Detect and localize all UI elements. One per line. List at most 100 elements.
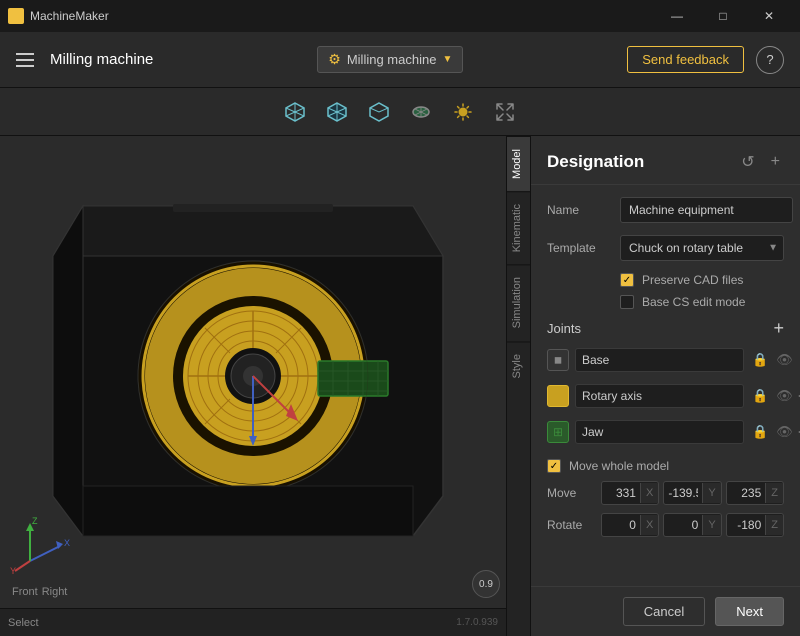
move-whole-row: ✓ Move whole model [547,459,784,473]
rotate-y-field: Y [663,513,721,537]
joint-lock-base[interactable]: 🔒 [750,350,770,370]
sidebar-tabs: Model Kinematic Simulation Style [506,136,530,636]
right-panel: Designation ↺ + Name Template Chuck on r… [530,136,800,636]
move-z-axis: Z [765,483,783,503]
rotate-z-input[interactable] [727,514,766,536]
joint-eye-rotary[interactable]: 👁 [774,386,795,406]
app-icon [8,8,24,24]
joint-item-base: ◼ 🔒 👁 [547,345,784,375]
svg-text:X: X [64,538,70,548]
top-view-button[interactable] [405,96,437,128]
move-whole-checkbox[interactable]: ✓ [547,459,561,473]
tab-style[interactable]: Style [507,341,530,390]
machine-selector[interactable]: ⚙ Milling machine ▼ [317,46,463,73]
titlebar: MachineMaker — □ ✕ [0,0,800,32]
joint-eye-jaw[interactable]: 👁 [774,422,795,442]
tab-simulation-label: Simulation [511,277,523,328]
viewport[interactable]: X Z Y Front Right 0.9 Select 1.7.0.939 [0,136,506,636]
rotate-row: Rotate X Y Z [547,513,784,537]
preserve-cad-checkbox[interactable]: ✓ [620,273,634,287]
name-row: Name [547,197,784,223]
move-y-field: Y [663,481,721,505]
joint-eye-base[interactable]: 👁 [774,350,795,370]
tab-kinematic[interactable]: Kinematic [507,191,530,264]
menu-button[interactable] [16,53,34,67]
rotate-z-axis: Z [765,515,783,535]
panel-footer: Cancel Next [531,586,800,636]
rotate-z-field: Z [726,513,784,537]
machine-badge-icon: ⚙ [328,51,341,68]
version-label: 1.7.0.939 [456,617,498,628]
template-label: Template [547,241,612,255]
preserve-cad-row[interactable]: ✓ Preserve CAD files [547,273,784,287]
move-x-field: X [601,481,659,505]
titlebar-controls: — □ ✕ [654,0,792,32]
panel-body: Name Template Chuck on rotary table Simp… [531,185,800,586]
preserve-cad-check: ✓ [623,275,631,286]
machine-badge-label: Milling machine [347,52,437,67]
joint-input-base[interactable] [575,348,744,372]
toolbar-title: Milling machine [50,51,153,68]
move-row: Move X Y Z [547,481,784,505]
template-select[interactable]: Chuck on rotary table Simple chuck Rotar… [620,235,784,261]
template-row: Template Chuck on rotary table Simple ch… [547,235,784,261]
perspective-view-button[interactable] [279,96,311,128]
cancel-button[interactable]: Cancel [623,597,705,626]
base-cs-label: Base CS edit mode [642,295,745,309]
feedback-button[interactable]: Send feedback [627,46,744,73]
front-view-button[interactable] [321,96,353,128]
joints-section-header: Joints + [547,319,784,337]
joint-icon-rotary [547,385,569,407]
tab-simulation[interactable]: Simulation [507,264,530,340]
move-z-field: Z [726,481,784,505]
joint-actions-rotary: 🔒 👁 — [750,386,800,406]
titlebar-left: MachineMaker [8,8,109,24]
joints-title: Joints [547,321,581,336]
panel-header: Designation ↺ + [531,136,800,185]
name-input[interactable] [620,197,793,223]
base-cs-checkbox[interactable] [620,295,634,309]
rotate-x-input[interactable] [602,514,640,536]
maximize-button[interactable]: □ [700,0,746,32]
rotate-y-axis: Y [702,515,720,535]
front-label: Front [12,586,38,598]
app-title: MachineMaker [30,9,109,23]
joint-item-rotary: 🔒 👁 — [547,381,784,411]
name-label: Name [547,203,612,217]
rotate-label: Rotate [547,518,597,532]
joint-input-jaw[interactable] [575,420,744,444]
zoom-value: 0.9 [479,579,493,590]
tab-model-label: Model [511,149,523,179]
tab-style-label: Style [511,354,523,378]
expand-icon[interactable] [489,96,521,128]
joint-lock-jaw[interactable]: 🔒 [750,422,770,442]
rotate-x-field: X [601,513,659,537]
view-toolbar [0,88,800,136]
close-button[interactable]: ✕ [746,0,792,32]
joint-input-rotary[interactable] [575,384,744,408]
minimize-button[interactable]: — [654,0,700,32]
joint-item-jaw: ⊞ 🔒 👁 — [547,417,784,447]
rotate-y-input[interactable] [664,514,702,536]
refresh-button[interactable]: ↺ [737,150,758,174]
machine-dropdown-arrow: ▼ [442,54,452,65]
base-cs-row[interactable]: Base CS edit mode [547,295,784,309]
toolbar-right: Send feedback ? [627,46,784,74]
rotate-x-axis: X [640,515,658,535]
move-y-input[interactable] [664,482,702,504]
joint-icon-base: ◼ [547,349,569,371]
move-z-input[interactable] [727,482,766,504]
side-view-button[interactable] [363,96,395,128]
zoom-badge[interactable]: 0.9 [472,570,500,598]
right-label: Right [42,586,68,598]
machine-3d-view [0,136,506,606]
next-button[interactable]: Next [715,597,784,626]
move-x-input[interactable] [602,482,640,504]
light-icon[interactable] [447,96,479,128]
joint-lock-rotary[interactable]: 🔒 [750,386,770,406]
tab-model[interactable]: Model [507,136,530,191]
help-button[interactable]: ? [756,46,784,74]
panel-add-button[interactable]: + [767,150,784,174]
tab-kinematic-label: Kinematic [511,204,523,252]
joints-add-button[interactable]: + [773,319,784,337]
